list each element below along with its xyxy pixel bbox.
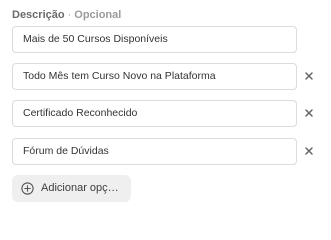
option-input-3[interactable]: Certificado Reconhecido: [23, 101, 288, 126]
section-header: Descrição · Opcional: [12, 9, 121, 22]
option-input-1[interactable]: Mais de 50 Cursos Disponíveis: [23, 27, 288, 52]
optional-label: Opcional: [74, 9, 122, 21]
option-row-3: Certificado Reconhecido: [12, 100, 297, 127]
remove-option-3-button[interactable]: [302, 106, 316, 120]
option-input-4[interactable]: Fórum de Dúvidas: [23, 139, 288, 164]
option-row-4: Fórum de Dúvidas: [12, 138, 297, 165]
remove-option-4-button[interactable]: [302, 144, 316, 158]
close-icon: [305, 109, 313, 117]
close-icon: [305, 147, 313, 155]
separator-dot: ·: [67, 9, 72, 21]
remove-option-2-button[interactable]: [302, 69, 316, 83]
section-title: Descrição: [12, 9, 65, 21]
option-row-2: Todo Mês tem Curso Novo na Plataforma: [12, 63, 297, 90]
close-icon: [305, 72, 313, 80]
add-option-button[interactable]: Adicionar opç…: [12, 175, 131, 202]
plus-circle-icon: [21, 182, 34, 195]
option-row-1: Mais de 50 Cursos Disponíveis: [12, 26, 297, 53]
option-input-2[interactable]: Todo Mês tem Curso Novo na Plataforma: [23, 64, 288, 89]
add-option-label: Adicionar opç…: [41, 182, 119, 194]
description-options-panel: Descrição · Opcional Mais de 50 Cursos Dis…: [0, 0, 331, 213]
